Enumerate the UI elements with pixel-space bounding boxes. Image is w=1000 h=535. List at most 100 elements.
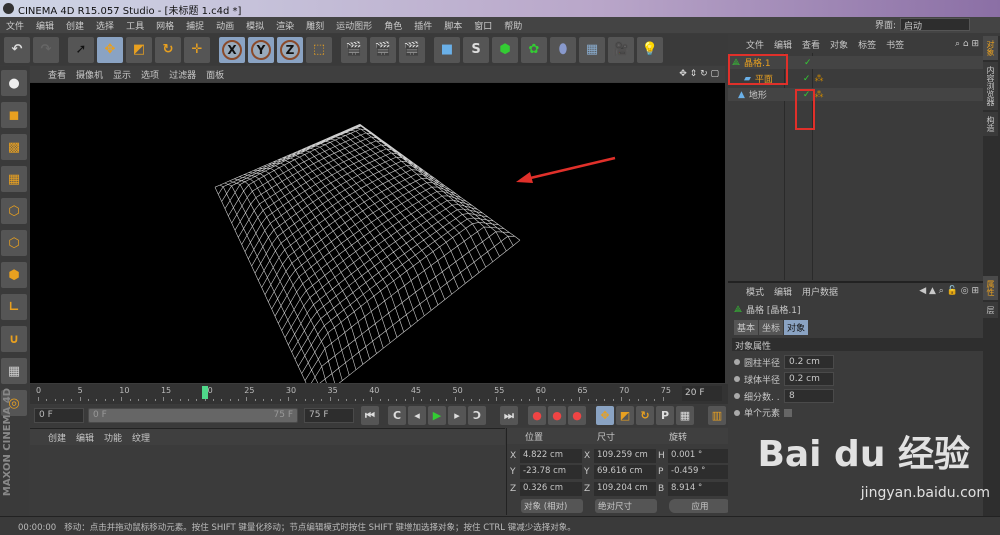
material-menu-texture[interactable]: 纹理 (132, 431, 150, 444)
enabled-check-icon[interactable]: ✓ (804, 58, 812, 68)
go-to-start-button[interactable]: ⏮ (361, 406, 379, 425)
start-frame-field[interactable]: 0 F (34, 408, 84, 423)
workplane-lock-button[interactable]: ▦ (1, 358, 27, 384)
menu-window[interactable]: 窗口 (468, 17, 498, 33)
tag-icons[interactable]: ⁂ (814, 90, 823, 100)
go-to-end-button[interactable]: ⏭ (500, 406, 518, 425)
key-parameter-button[interactable]: P (656, 406, 674, 425)
end-frame-field[interactable]: 75 F (304, 408, 354, 423)
current-frame-marker[interactable] (201, 386, 208, 399)
y-axis-button[interactable]: Y (248, 36, 274, 63)
material-menu-create[interactable]: 创建 (48, 431, 66, 444)
menu-snap[interactable]: 捕捉 (180, 17, 210, 33)
obj-menu-file[interactable]: 文件 (746, 38, 764, 51)
obj-menu-edit[interactable]: 编辑 (774, 38, 792, 51)
menu-tools[interactable]: 工具 (120, 17, 150, 33)
attr-nav-icons[interactable]: ◀ ▲ ⌕ 🔓 ◎ ⊞ (919, 286, 979, 296)
key-scale-button[interactable]: ◩ (616, 406, 634, 425)
obj-search-icon[interactable]: ⌕ ⌂ ⊞ (955, 39, 979, 49)
menu-select[interactable]: 选择 (90, 17, 120, 33)
axis-mode-button[interactable]: ∟ (1, 294, 27, 320)
tab-basic[interactable]: 基本 (734, 320, 759, 335)
menu-animate[interactable]: 动画 (210, 17, 240, 33)
render-picture-viewer-button[interactable]: 🎬 (370, 36, 396, 63)
menu-mesh[interactable]: 网格 (150, 17, 180, 33)
obj-menu-tags[interactable]: 标签 (858, 38, 876, 51)
viewport-menu-panel[interactable]: 面板 (206, 68, 224, 81)
tab-coord[interactable]: 坐标 (759, 320, 784, 335)
obj-menu-object[interactable]: 对象 (830, 38, 848, 51)
menu-plugins[interactable]: 插件 (408, 17, 438, 33)
move-tool-button[interactable]: ✥ (97, 36, 123, 63)
viewport-3d[interactable] (30, 83, 725, 403)
tag-icons[interactable]: ⁂ (814, 74, 823, 84)
next-frame-button[interactable]: ▸ (448, 406, 466, 425)
play-button[interactable]: ▶ (428, 406, 446, 425)
layout-dropdown[interactable]: 启动 (900, 18, 970, 32)
viewport-menu-filter[interactable]: 过滤器 (169, 68, 196, 81)
light-icon[interactable]: 💡 (637, 36, 663, 63)
floor-icon[interactable]: ▦ (579, 36, 605, 63)
menu-sculpt[interactable]: 雕刻 (300, 17, 330, 33)
position-z-field[interactable]: 0.326 cm (520, 482, 582, 496)
menu-mograph[interactable]: 运动图形 (330, 17, 378, 33)
size-y-field[interactable]: 69.616 cm (594, 465, 656, 479)
position-x-field[interactable]: 4.822 cm (520, 449, 582, 463)
viewport-menu-options[interactable]: 选项 (141, 68, 159, 81)
menu-create[interactable]: 创建 (60, 17, 90, 33)
make-editable-button[interactable]: ● (1, 70, 27, 96)
obj-menu-bookmarks[interactable]: 书签 (886, 38, 904, 51)
model-mode-button[interactable]: ◼ (1, 102, 27, 128)
single-element-checkbox[interactable] (784, 408, 793, 417)
menu-script[interactable]: 脚本 (438, 17, 468, 33)
render-settings-button[interactable]: 🎬 (399, 36, 425, 63)
material-menu-function[interactable]: 功能 (104, 431, 122, 444)
menu-character[interactable]: 角色 (378, 17, 408, 33)
size-mode-dropdown[interactable]: 绝对尺寸 (595, 499, 657, 513)
workplane-mode-button[interactable]: ▦ (1, 166, 27, 192)
z-axis-button[interactable]: Z (277, 36, 303, 63)
edges-mode-button[interactable]: ⬡ (1, 230, 27, 256)
timeline-window-button[interactable]: ▥ (708, 406, 726, 425)
sphere-radius-field[interactable]: 0.2 cm (784, 372, 834, 386)
layout-selector[interactable]: 界面: 启动 (875, 18, 970, 32)
snap-button[interactable]: ∪ (1, 326, 27, 352)
size-z-field[interactable]: 109.204 cm (594, 482, 656, 496)
autokey-button[interactable]: ● (548, 406, 566, 425)
current-frame-field[interactable]: 20 F (682, 386, 722, 401)
rotation-p-field[interactable]: -0.459 ° (668, 465, 730, 479)
position-y-field[interactable]: -23.78 cm (520, 465, 582, 479)
tab-object[interactable]: 对象 (784, 320, 809, 335)
rotation-b-field[interactable]: 8.914 ° (668, 482, 730, 496)
key-rotation-button[interactable]: ↻ (636, 406, 654, 425)
material-menu-edit[interactable]: 编辑 (76, 431, 94, 444)
attr-menu-mode[interactable]: 模式 (746, 285, 764, 298)
menu-simulate[interactable]: 模拟 (240, 17, 270, 33)
next-key-button[interactable]: Ↄ (468, 406, 486, 425)
previous-key-button[interactable]: C (388, 406, 406, 425)
viewport-menu-display[interactable]: 显示 (113, 68, 131, 81)
cylinder-radius-field[interactable]: 0.2 cm (784, 355, 834, 369)
side-tab-structure[interactable]: 构造 (983, 112, 998, 136)
rotate-tool-button[interactable]: ↻ (155, 36, 181, 63)
frame-range-slider[interactable]: 0 F 75 F (88, 408, 298, 423)
viewport-menu-camera[interactable]: 摄像机 (76, 68, 103, 81)
subdivision-icon[interactable]: ⬢ (492, 36, 518, 63)
key-pla-button[interactable]: ▦ (676, 406, 694, 425)
spline-pen-icon[interactable]: S (463, 36, 489, 63)
viewport-menu-view[interactable]: 查看 (48, 68, 66, 81)
obj-menu-view[interactable]: 查看 (802, 38, 820, 51)
redo-button[interactable]: ↷ (33, 36, 59, 63)
side-tab-objects[interactable]: 对象 (983, 36, 998, 60)
menu-help[interactable]: 帮助 (498, 17, 528, 33)
texture-mode-button[interactable]: ▩ (1, 134, 27, 160)
side-tab-attributes[interactable]: 属性 (983, 276, 998, 300)
coord-mode-dropdown[interactable]: 对象 (相对) (521, 499, 583, 513)
polygons-mode-button[interactable]: ⬢ (1, 262, 27, 288)
deformer-icon[interactable]: ⬮ (550, 36, 576, 63)
rotation-h-field[interactable]: 0.001 ° (668, 449, 730, 463)
menu-edit[interactable]: 编辑 (30, 17, 60, 33)
timeline-ruler[interactable]: 0 5 10 15 20 25 30 35 40 45 50 55 60 65 70 75 20 F (30, 384, 728, 404)
attr-menu-edit[interactable]: 编辑 (774, 285, 792, 298)
size-x-field[interactable]: 109.259 cm (594, 449, 656, 463)
